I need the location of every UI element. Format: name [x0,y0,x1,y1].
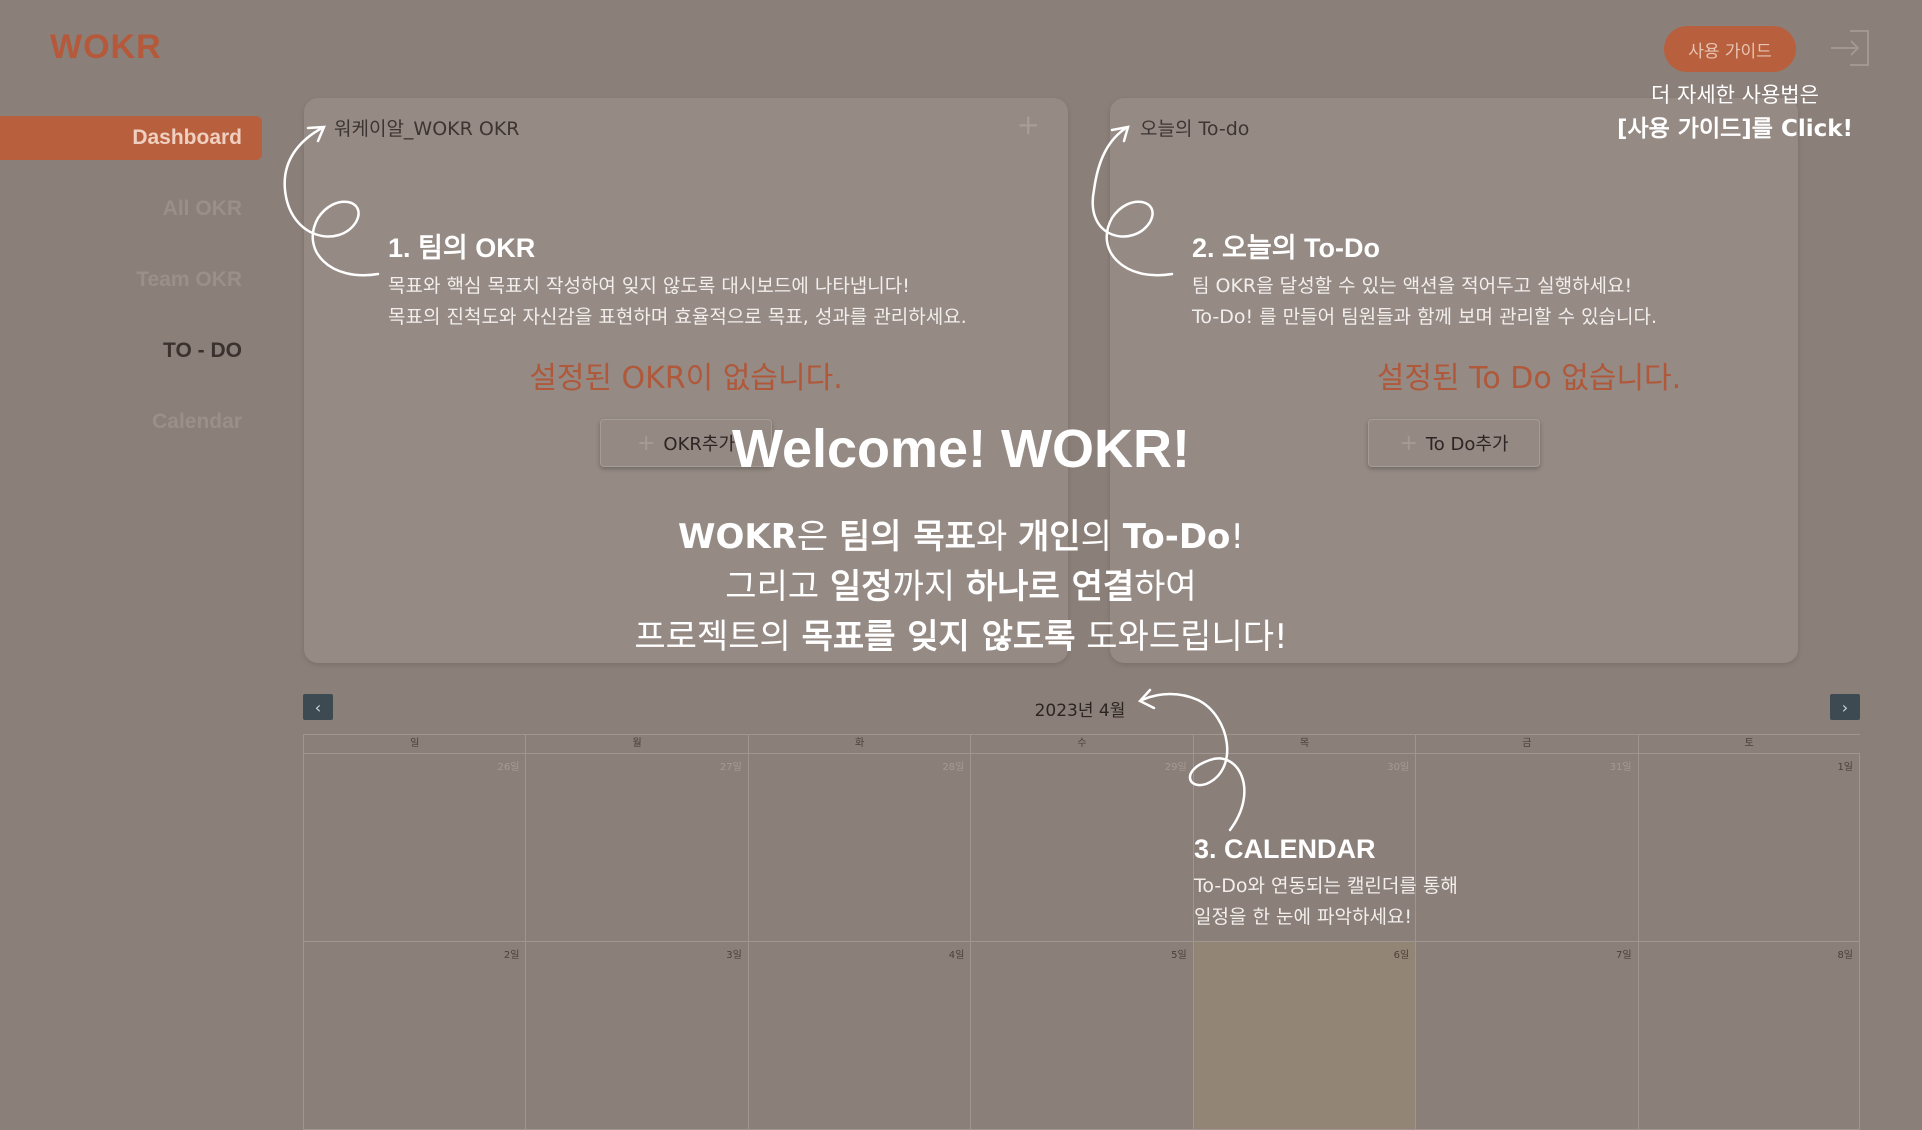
day-number: 30일 [1387,762,1410,773]
okr-card-title: 워케이알_WOKR OKR [334,118,520,140]
day-number: 26일 [497,762,520,773]
guide-hint-line2: [사용 가이드]를 Click! [1616,116,1854,142]
day-number: 4일 [948,950,965,961]
day-number: 5일 [1171,950,1187,961]
sidebar-item-team-okr[interactable]: Team OKR [0,258,262,302]
weekday-label: 화 [747,735,970,753]
section-okr-desc2: 목표의 진척도와 자신감을 표현하며 효율적으로 목표, 성과를 관리하세요. [388,306,967,328]
text: 도와드립니다! [1075,617,1288,657]
day-number: 29일 [1164,762,1187,773]
calendar-day[interactable]: 26일 [303,754,525,941]
section-todo-desc1: 팀 OKR을 달성할 수 있는 액션을 적어두고 실행하세요! [1192,275,1633,297]
day-number: 3일 [726,950,742,961]
day-number: 28일 [942,762,965,773]
text-strong: 하나로 연결 [965,567,1135,607]
calendar-day[interactable]: 8일 [1637,942,1860,1129]
day-number: 31일 [1609,762,1632,773]
welcome-line-3: 프로젝트의 목표를 잊지 않도록 도와드립니다! [0,612,1922,662]
calendar-weekday-header: 일 월 화 수 목 금 토 [303,734,1860,754]
text-strong: 팀의 목표 [838,517,976,557]
section-calendar-desc2: 일정을 한 눈에 파악하세요! [1194,906,1413,928]
calendar-day[interactable]: 2일 [303,942,525,1129]
section-okr-title: 1. 팀의 OKR [388,233,536,263]
calendar-week: 2일 3일 4일 5일 6일 7일 8일 [303,942,1860,1130]
section-calendar-title: 3. CALENDAR [1194,834,1376,864]
weekday-label: 금 [1415,735,1637,753]
weekday-label: 목 [1192,735,1415,753]
weekday-label: 일 [303,735,525,753]
text: ! [1230,517,1245,557]
guide-hint-line1: 더 자세한 사용법은 [1651,83,1819,107]
todo-empty-message: 설정된 To Do 없습니다. [1376,361,1682,396]
welcome-description: WOKR은 팀의 목표와 개인의 To-Do! 그리고 일정까지 하나로 연결하… [0,512,1922,662]
calendar-day[interactable]: 28일 [747,754,970,941]
calendar-day[interactable]: 5일 [970,942,1192,1129]
sidebar-item-dashboard[interactable]: Dashboard [0,116,262,160]
text-strong: To-Do [1122,517,1231,557]
calendar-prev-button[interactable]: ‹ [303,694,333,720]
day-number: 6일 [1393,950,1410,961]
section-okr-callout: 1. 팀의 OKR 목표와 핵심 목표치 작성하여 잊지 않도록 대시보드에 나… [388,226,967,333]
welcome-title: Welcome! WOKR! [731,419,1191,479]
section-calendar-callout: 3. CALENDAR To-Do와 연동되는 캘린더를 통해 일정을 한 눈에… [1194,834,1458,933]
text-strong: 개인 [1018,517,1081,557]
calendar-grid: 일 월 화 수 목 금 토 26일 27일 28일 29일 30일 31일 1일… [303,734,1860,1130]
section-todo-title: 2. 오늘의 To-Do [1192,233,1381,263]
calendar-day-today[interactable]: 6일 [1192,942,1416,1129]
text-strong: WOKR [677,517,797,557]
add-okr-plus-icon[interactable]: + [1017,108,1040,141]
calendar-week: 26일 27일 28일 29일 30일 31일 1일 [303,754,1860,942]
text-strong: 일정 [829,567,893,607]
text: 의 [1080,517,1123,557]
text: 프로젝트의 [634,617,802,657]
app-logo[interactable]: WOKR [50,28,162,67]
section-todo-callout: 2. 오늘의 To-Do 팀 OKR을 달성할 수 있는 액션을 적어두고 실행… [1192,226,1657,333]
day-number: 7일 [1616,950,1632,961]
logout-icon[interactable] [1828,28,1872,68]
text: 까지 [892,567,966,607]
calendar-day[interactable]: 1일 [1637,754,1860,941]
day-number: 2일 [503,950,520,961]
text: 하여 [1134,567,1197,607]
text: 그리고 [725,567,830,607]
welcome-line-2: 그리고 일정까지 하나로 연결하여 [0,562,1922,612]
todo-card-title: 오늘의 To-do [1140,118,1250,140]
sidebar-item-all-okr[interactable]: All OKR [0,187,262,231]
calendar-day[interactable]: 27일 [525,754,747,941]
text-strong: 목표를 잊지 않도록 [801,617,1076,657]
section-calendar-desc1: To-Do와 연동되는 캘린더를 통해 [1194,875,1458,897]
sidebar-item-todo[interactable]: TO - DO [0,329,262,373]
weekday-label: 수 [970,735,1192,753]
calendar-day[interactable]: 3일 [525,942,747,1129]
weekday-label: 토 [1637,735,1860,753]
calendar-day[interactable]: 7일 [1415,942,1637,1129]
calendar-day[interactable]: 4일 [747,942,970,1129]
section-todo-desc2: To-Do! 를 만들어 팀원들과 함께 보며 관리할 수 있습니다. [1192,306,1658,328]
guide-hint: 더 자세한 사용법은 [사용 가이드]를 Click! [1600,78,1870,146]
user-guide-button[interactable]: 사용 가이드 [1664,26,1796,72]
day-number: 1일 [1837,762,1853,773]
chevron-right-icon: › [1841,697,1849,717]
calendar-next-button[interactable]: › [1830,694,1860,720]
calendar-month-title: 2023년 4월 [1034,701,1126,721]
day-number: 8일 [1837,950,1853,961]
text: 와 [975,517,1019,557]
day-number: 27일 [719,762,742,773]
weekday-label: 월 [525,735,747,753]
welcome-line-1: WOKR은 팀의 목표와 개인의 To-Do! [0,512,1922,562]
chevron-left-icon: ‹ [314,697,322,717]
calendar-day[interactable]: 29일 [970,754,1192,941]
text: 은 [796,517,839,557]
section-okr-desc1: 목표와 핵심 목표치 작성하여 잊지 않도록 대시보드에 나타냅니다! [388,275,910,297]
okr-empty-message: 설정된 OKR이 없습니다. [529,361,843,396]
